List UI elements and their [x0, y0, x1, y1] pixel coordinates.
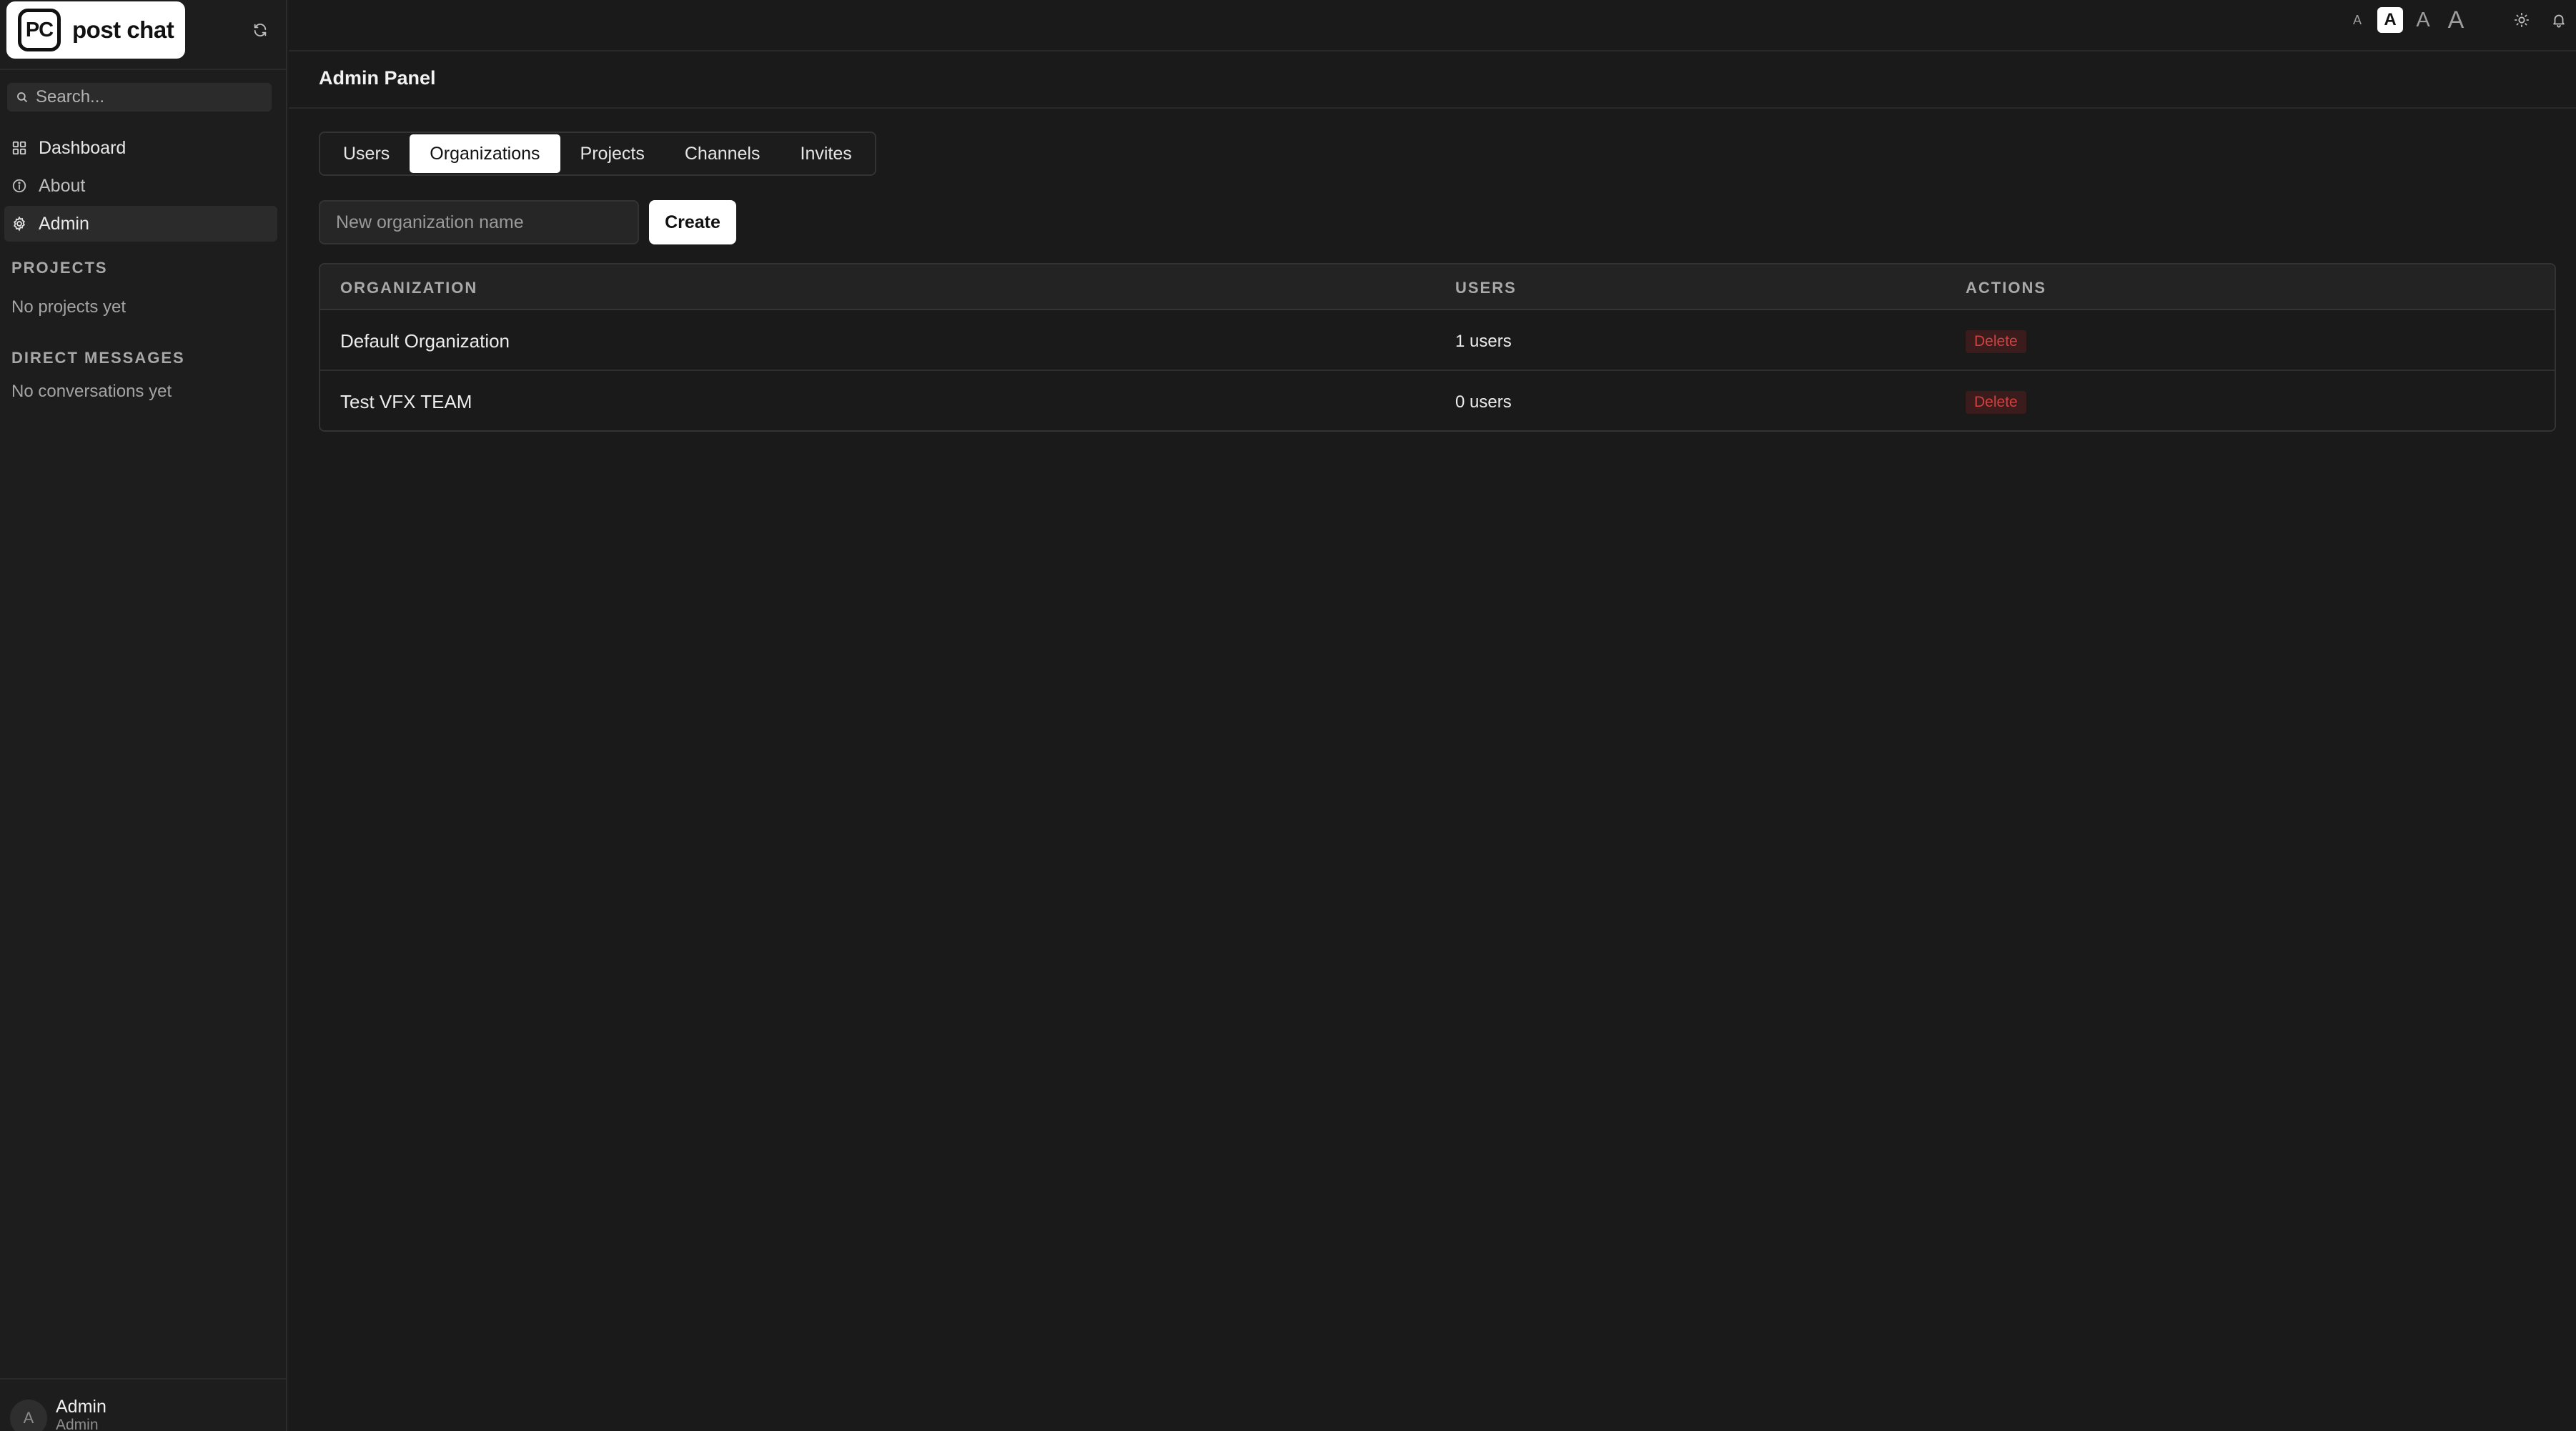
- theme-toggle-button[interactable]: [2509, 7, 2535, 33]
- page-title: Admin Panel: [319, 67, 436, 89]
- info-icon: [12, 179, 26, 193]
- tab-projects[interactable]: Projects: [560, 134, 665, 173]
- column-header-actions: ACTIONS: [1966, 279, 2046, 297]
- column-header-users: USERS: [1455, 279, 1517, 297]
- new-organization-input[interactable]: [319, 200, 639, 244]
- sidebar-item-label: Dashboard: [39, 137, 127, 158]
- topbar: A A A A: [289, 0, 2576, 51]
- dm-empty-text: No conversations yet: [11, 382, 172, 401]
- sidebar-divider: [0, 69, 287, 70]
- font-size-selector: A A A A: [2337, 6, 2469, 34]
- organization-name: Default Organization: [340, 330, 510, 352]
- bell-icon: [2553, 14, 2565, 28]
- delete-organization-button[interactable]: Delete: [1966, 391, 2026, 414]
- avatar[interactable]: A: [10, 1400, 47, 1431]
- sidebar-item-dashboard[interactable]: Dashboard: [4, 130, 277, 166]
- column-header-organization: ORGANIZATION: [340, 279, 478, 297]
- tab-invites[interactable]: Invites: [781, 134, 872, 173]
- tab-organizations[interactable]: Organizations: [410, 134, 560, 173]
- sidebar-item-label: About: [39, 175, 86, 196]
- create-organization-button[interactable]: Create: [649, 200, 736, 244]
- organization-user-count: 0 users: [1455, 392, 1512, 412]
- table-row: Test VFX TEAM 0 users Delete: [320, 371, 2555, 430]
- tab-users[interactable]: Users: [323, 134, 410, 173]
- font-size-xs-button[interactable]: A: [2344, 7, 2370, 33]
- title-divider: [289, 107, 2576, 109]
- user-footer[interactable]: A Admin Admin: [0, 1378, 287, 1431]
- projects-empty-text: No projects yet: [11, 297, 127, 317]
- logo-mark: PC: [18, 9, 61, 51]
- tab-channels[interactable]: Channels: [665, 134, 781, 173]
- gear-icon: [14, 216, 25, 232]
- sun-icon: [2514, 12, 2530, 28]
- logo-text: post chat: [72, 16, 174, 43]
- search-box[interactable]: [7, 83, 272, 112]
- refresh-button[interactable]: [247, 17, 273, 43]
- font-size-sm-button[interactable]: A: [2377, 7, 2403, 33]
- organization-user-count: 1 users: [1455, 332, 1512, 351]
- sidebar-item-label: Admin: [39, 213, 89, 234]
- admin-tabs: Users Organizations Projects Channels In…: [319, 132, 876, 176]
- dm-section-title: DIRECT MESSAGES: [11, 349, 185, 367]
- font-size-lg-button[interactable]: A: [2443, 6, 2469, 34]
- delete-organization-button[interactable]: Delete: [1966, 330, 2026, 353]
- projects-section-title: PROJECTS: [11, 259, 108, 277]
- sidebar-item-about[interactable]: About: [4, 168, 277, 204]
- grid-icon: [12, 141, 26, 155]
- search-icon: [17, 92, 27, 102]
- organization-name: Test VFX TEAM: [340, 391, 472, 412]
- sidebar: PC post chat Dashboard: [0, 0, 287, 1431]
- organizations-table: ORGANIZATION USERS ACTIONS Default Organ…: [319, 263, 2556, 432]
- refresh-icon: [254, 24, 267, 36]
- notifications-button[interactable]: [2546, 7, 2572, 33]
- sidebar-item-admin[interactable]: Admin: [4, 206, 277, 242]
- search-input[interactable]: [36, 87, 264, 107]
- logo[interactable]: PC post chat: [6, 1, 185, 59]
- table-row: Default Organization 1 users Delete: [320, 310, 2555, 371]
- font-size-md-button[interactable]: A: [2410, 7, 2436, 33]
- app-root: PC post chat Dashboard: [0, 0, 2576, 1431]
- user-name: Admin: [56, 1397, 106, 1417]
- table-header: ORGANIZATION USERS ACTIONS: [320, 264, 2555, 310]
- user-role: Admin: [56, 1417, 99, 1431]
